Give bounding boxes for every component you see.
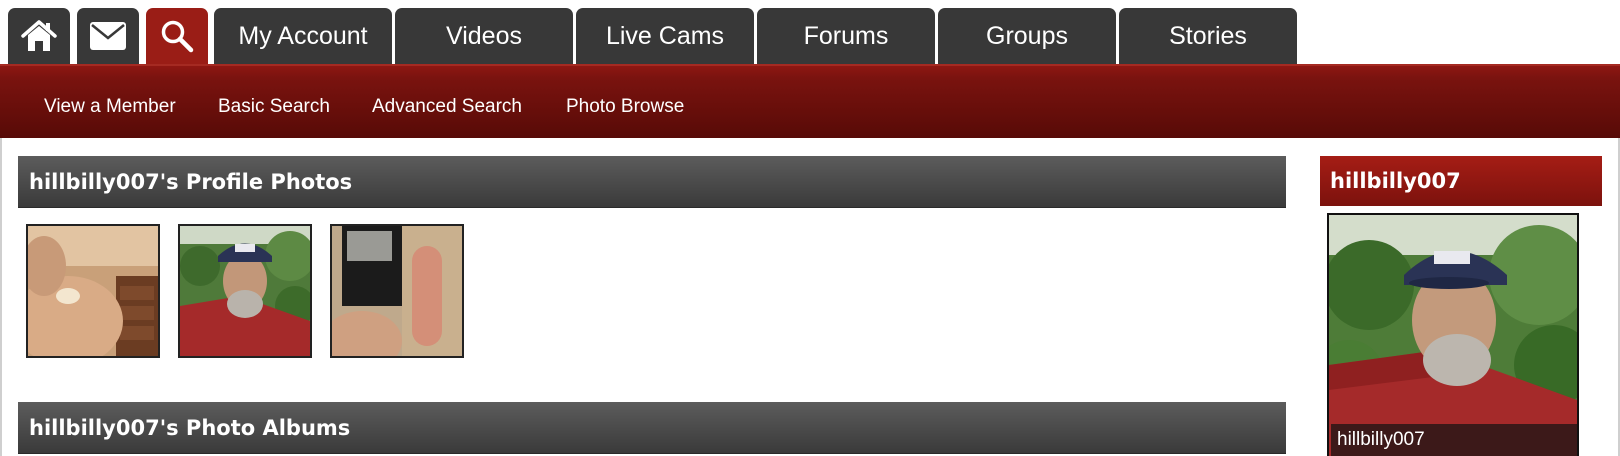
subnav-basic-search[interactable]: Basic Search <box>218 96 330 118</box>
search-icon <box>160 19 194 53</box>
search-tab[interactable] <box>146 8 208 64</box>
home-tab[interactable] <box>8 8 70 64</box>
caption-text: hillbilly007 <box>1337 429 1425 450</box>
tab-label: Stories <box>1169 21 1247 50</box>
photo-thumbnail-1[interactable] <box>26 224 160 358</box>
search-subnav: View a Member Basic Search Advanced Sear… <box>0 64 1620 138</box>
photo-thumbnail-2[interactable] <box>178 224 312 358</box>
tab-stories[interactable]: Stories <box>1119 8 1297 64</box>
member-name-header: hillbilly007 <box>1320 156 1602 206</box>
main-nav: My Account Videos Live Cams Forums Group… <box>0 0 1620 64</box>
subnav-photo-browse[interactable]: Photo Browse <box>566 96 684 118</box>
tab-forums[interactable]: Forums <box>757 8 935 64</box>
tab-label: Videos <box>446 21 522 50</box>
mail-icon <box>89 21 127 51</box>
member-username: hillbilly007 <box>1330 169 1461 193</box>
tab-label: Forums <box>803 21 889 50</box>
subnav-advanced-search[interactable]: Advanced Search <box>372 96 522 118</box>
section-title: hillbilly007's Profile Photos <box>29 169 353 194</box>
tab-live-cams[interactable]: Live Cams <box>576 8 754 64</box>
tab-label: Groups <box>986 21 1068 50</box>
subnav-view-member[interactable]: View a Member <box>44 96 176 118</box>
member-avatar[interactable]: hillbilly007 <box>1327 213 1579 456</box>
section-title: hillbilly007's Photo Albums <box>29 415 351 440</box>
tab-label: Live Cams <box>605 21 725 50</box>
tab-videos[interactable]: Videos <box>395 8 573 64</box>
member-avatar-caption: hillbilly007 <box>1331 424 1577 456</box>
tab-label: My Account <box>238 21 368 50</box>
messages-tab[interactable] <box>77 8 139 64</box>
tab-groups[interactable]: Groups <box>938 8 1116 64</box>
photo-thumbnail-3[interactable] <box>330 224 464 358</box>
home-icon <box>19 17 59 55</box>
photo-albums-header: hillbilly007's Photo Albums <box>18 402 1286 454</box>
profile-photos-header: hillbilly007's Profile Photos <box>18 156 1286 208</box>
tab-my-account[interactable]: My Account <box>214 8 392 64</box>
